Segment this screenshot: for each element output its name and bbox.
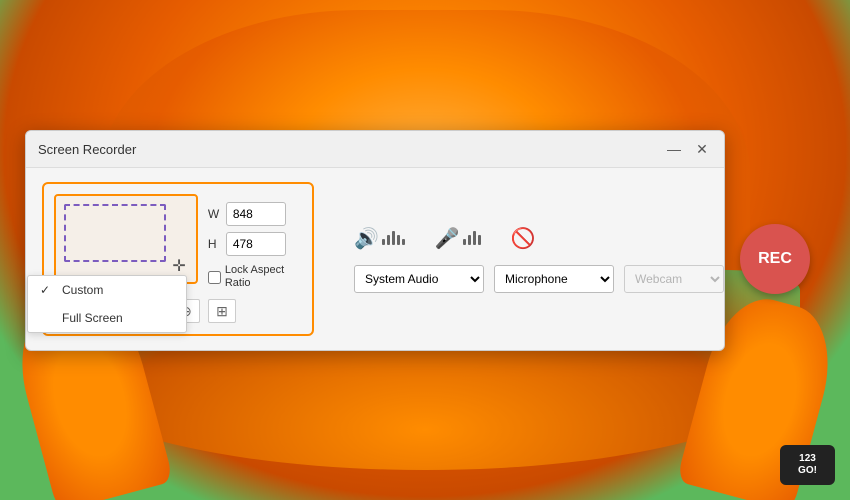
speaker-bars — [382, 231, 405, 245]
preset-dropdown-menu: ✓ Custom Full Screen — [27, 275, 187, 333]
region-icon-button[interactable]: ⊞ — [208, 299, 236, 323]
webcam-select[interactable]: Webcam — [624, 265, 724, 293]
close-button[interactable]: ✕ — [692, 139, 712, 159]
area-preview[interactable]: ✛ — [54, 194, 198, 284]
selection-rect — [64, 204, 166, 262]
av-icons-row: 🔊 🎤 — [354, 226, 724, 251]
minimize-button[interactable]: — — [664, 139, 684, 159]
lock-aspect-checkbox[interactable] — [208, 271, 221, 284]
dropdown-custom-label: Custom — [62, 283, 103, 297]
dropdown-fullscreen-label: Full Screen — [62, 311, 123, 325]
mic-group: 🎤 — [435, 226, 481, 251]
system-audio-select[interactable]: System Audio — [354, 265, 484, 293]
speaker-group: 🔊 — [354, 226, 405, 251]
speaker-icon: 🔊 — [354, 226, 379, 251]
microphone-icon: 🎤 — [435, 226, 460, 251]
dropdown-item-custom[interactable]: ✓ Custom — [28, 276, 186, 304]
width-label: W — [208, 207, 220, 221]
dropdown-item-fullscreen[interactable]: Full Screen — [28, 304, 186, 332]
webcam-group: 🚫 — [511, 226, 536, 251]
av-selects-row: System Audio Microphone Webcam — [354, 265, 724, 293]
rec-button[interactable]: REC — [740, 224, 810, 294]
lock-aspect-label: Lock Aspect Ratio — [225, 264, 302, 290]
logo-text: 123 GO! — [798, 453, 817, 477]
logo: 123 GO! — [780, 445, 835, 485]
width-row: W — [208, 202, 302, 226]
height-label: H — [208, 237, 220, 251]
microphone-select[interactable]: Microphone — [494, 265, 614, 293]
move-handle-icon[interactable]: ✛ — [172, 256, 185, 276]
titlebar-controls: — ✕ — [664, 139, 712, 159]
height-row: H — [208, 232, 302, 256]
mic-bars — [463, 231, 481, 245]
dialog-titlebar: Screen Recorder — ✕ — [26, 131, 724, 168]
width-input[interactable] — [226, 202, 286, 226]
av-section: 🔊 🎤 — [354, 226, 724, 293]
webcam-icon: 🚫 — [511, 226, 536, 251]
dialog-title: Screen Recorder — [38, 142, 136, 157]
height-input[interactable] — [226, 232, 286, 256]
checkmark-icon: ✓ — [40, 283, 54, 297]
